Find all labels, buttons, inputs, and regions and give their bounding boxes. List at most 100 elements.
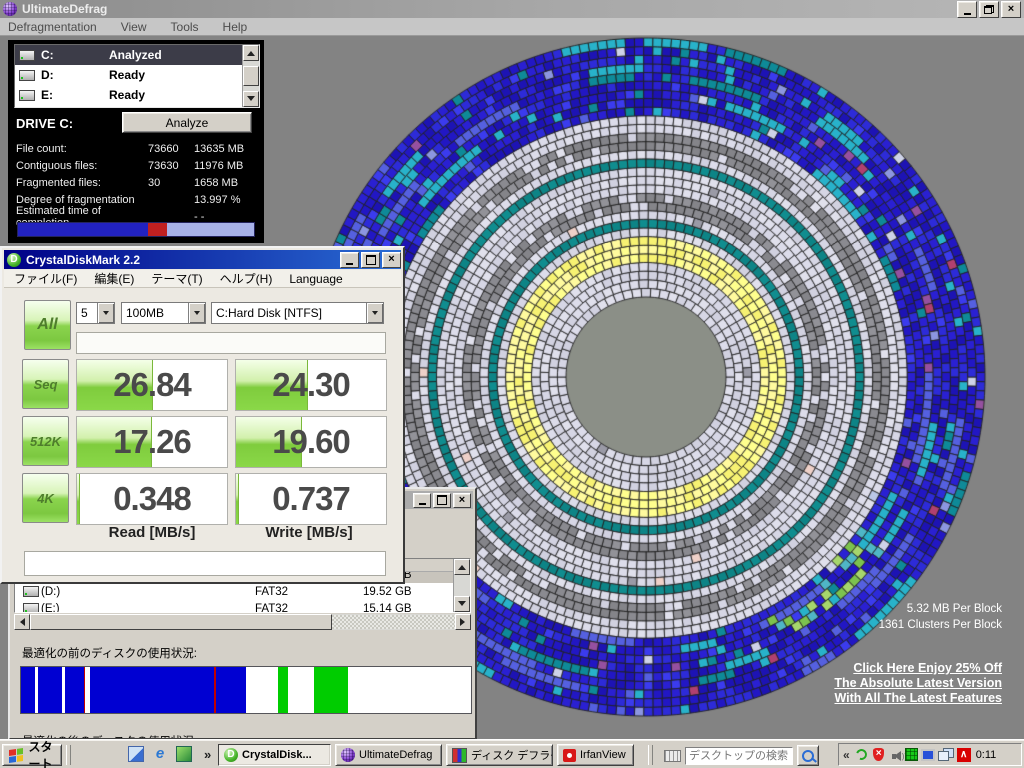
scroll-down-icon[interactable] [243,91,259,107]
stat-count: 73630 [148,160,194,172]
menu-item-f[interactable]: ファイル(F) [14,270,77,287]
test-count-select[interactable]: 5 [76,302,115,324]
drive-list-item[interactable]: E:Ready [15,85,242,105]
clusters-per-block-label: 1361 Clusters Per Block [879,617,1002,633]
scroll-up-icon[interactable] [454,559,470,575]
scrollbar-track[interactable] [332,615,455,629]
irfan-icon [563,749,576,762]
taskbar-button-defrag[interactable]: ディスク デフラグ... [446,744,553,766]
ultimatedefrag-menubar: Defragmentation View Tools Help [0,18,1024,36]
close-button[interactable]: × [1001,1,1021,18]
target-drive-value: C:Hard Disk [NTFS] [212,306,366,320]
maximize-button[interactable] [361,252,380,268]
chevron-down-icon[interactable] [188,303,205,323]
promo-link-3[interactable]: With All The Latest Features [834,691,1002,706]
keyboard-icon[interactable] [664,750,681,762]
cdm-icon [224,748,238,762]
menu-item-tools[interactable]: Tools [171,20,199,34]
menu-item-view[interactable]: View [121,20,147,34]
close-button[interactable]: × [453,493,471,508]
bar-segment [65,667,84,713]
quick-launch-more-chevron[interactable]: » [204,747,211,762]
comment-field[interactable] [24,551,386,576]
taskbar-button-cdm[interactable]: CrystalDisk... [218,744,331,766]
promo-link-1[interactable]: Click Here Enjoy 25% Off [834,661,1002,676]
scroll-up-icon[interactable] [243,45,259,61]
horizontal-scrollbar[interactable] [14,614,471,630]
taskbar-grip[interactable] [66,745,71,765]
cell-fs: FAT32 [255,586,288,598]
test-count-value: 5 [77,306,97,320]
tray-collapse-chevron[interactable]: « [843,748,850,762]
volume-row[interactable]: (E:)FAT3215.14 GB [15,600,453,612]
cell-volume: (D:) [41,586,60,598]
write-value: 19.60 [236,417,386,467]
start-button[interactable]: スタート [2,744,62,766]
write-value: 0.737 [236,474,386,524]
search-button[interactable] [797,745,819,766]
minimize-button[interactable] [413,493,431,508]
restore-button[interactable] [979,1,999,18]
maximize-button[interactable] [433,493,451,508]
shield-icon[interactable] [873,748,884,761]
drive-status: Ready [109,88,145,102]
minimize-button[interactable] [340,252,359,268]
scroll-left-icon[interactable] [14,614,30,630]
analyze-button[interactable]: Analyze [122,112,252,133]
drive-list-scrollbar[interactable] [242,45,259,107]
drive-letter: C: [41,48,69,62]
menu-item-t[interactable]: テーマ(T) [151,270,202,287]
test-button-seq[interactable]: Seq [22,359,69,409]
ie-icon[interactable] [152,746,168,762]
taskbar-button-irfan[interactable]: IrfanView [557,744,634,766]
disk-usage-bar [20,666,472,714]
speaker-icon[interactable] [889,751,901,761]
taskbar-button-label: UltimateDefrag [359,749,432,761]
close-button[interactable]: × [382,252,401,268]
outlook-icon[interactable] [128,746,144,762]
menu-item-e[interactable]: 編集(E) [94,270,134,287]
scroll-down-icon[interactable] [454,596,470,612]
search-input[interactable] [685,747,793,765]
menu-item-language[interactable]: Language [289,272,342,286]
cell-fs: FAT32 [255,603,288,613]
drive-status: Ready [109,68,145,82]
taskbar-grip[interactable] [648,745,653,765]
menu-item-help[interactable]: Help [223,20,248,34]
cell-capacity: 15.14 GB [363,603,412,613]
promo-link-2[interactable]: The Absolute Latest Version [834,676,1002,691]
scrollbar-thumb[interactable] [243,66,259,86]
test-button-512k[interactable]: 512K [22,416,69,466]
drive-list-item[interactable]: C:Analyzed [15,45,242,65]
read-value: 17.26 [77,417,227,467]
volume-list-scrollbar[interactable] [453,559,470,612]
analysis-progress-bar [17,222,255,237]
chevron-down-icon[interactable] [97,303,114,323]
stat-size: - - [194,211,258,223]
read-header: Read [MB/s] [76,524,228,541]
menu-item-h[interactable]: ヘルプ(H) [220,270,273,287]
scrollbar-thumb[interactable] [30,614,332,630]
avira-icon[interactable] [957,748,971,762]
minimize-button[interactable] [957,1,977,18]
volume-row[interactable]: (D:)FAT3219.52 GB [15,583,453,600]
drive-icon [19,50,35,61]
search-icon [802,750,814,762]
drive-list-item[interactable]: D:Ready [15,65,242,85]
test-button-4k[interactable]: 4K [22,473,69,523]
desktop-icon[interactable] [176,746,192,762]
ultimatedefrag-app-icon [3,2,17,16]
chevron-down-icon[interactable] [366,303,383,323]
test-size-select[interactable]: 100MB [121,302,206,324]
menu-item-defragmentation[interactable]: Defragmentation [8,20,97,34]
monitor-icon[interactable] [921,749,935,761]
update-icon[interactable] [854,747,869,762]
grid-icon[interactable] [905,748,918,761]
taskbar-button-ud[interactable]: UltimateDefrag [335,744,442,766]
scroll-right-icon[interactable] [455,614,471,630]
dual-icon[interactable] [938,748,954,761]
target-drive-select[interactable]: C:Hard Disk [NTFS] [211,302,384,324]
run-all-button[interactable]: All [24,300,71,350]
window-title: UltimateDefrag [22,2,107,16]
window-title: CrystalDiskMark 2.2 [26,253,338,267]
